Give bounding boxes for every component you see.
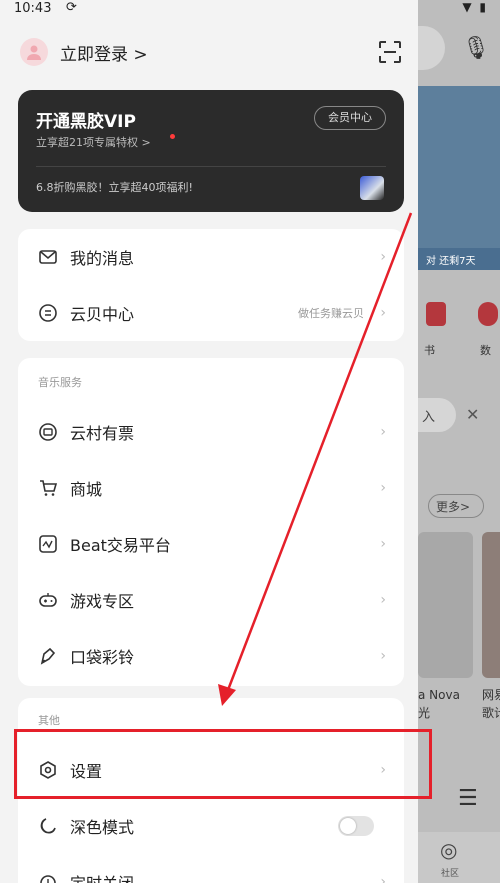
annotation-arrow: [218, 212, 413, 706]
